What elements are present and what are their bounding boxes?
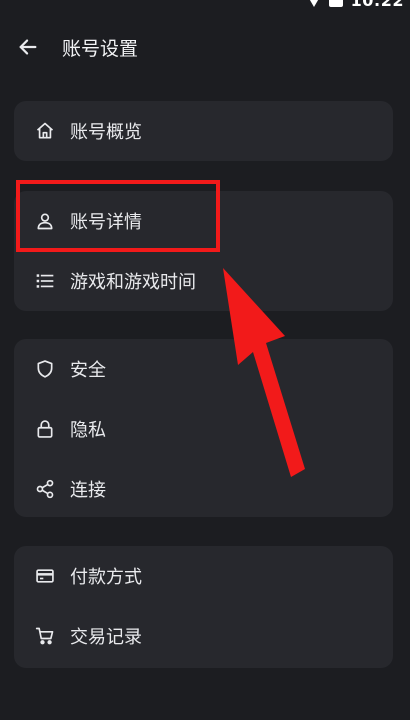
page-title: 账号设置 — [62, 37, 139, 60]
menu-item-transaction-history[interactable]: 交易记录 — [14, 606, 393, 666]
back-button[interactable] — [16, 35, 40, 59]
menu-item-label: 游戏和游戏时间 — [70, 272, 196, 293]
home-icon — [34, 120, 56, 142]
settings-group-security: 安全 隐私 连接 — [14, 339, 393, 517]
menu-item-account-overview[interactable]: 账号概览 — [14, 101, 393, 161]
menu-item-account-details[interactable]: 账号详情 — [14, 191, 393, 251]
menu-item-label: 付款方式 — [70, 567, 142, 588]
menu-item-connections[interactable]: 连接 — [14, 459, 393, 519]
status-time: 10:22 — [350, 0, 404, 10]
header: 账号设置 — [0, 30, 410, 64]
menu-item-games-and-playtime[interactable]: 游戏和游戏时间 — [14, 251, 393, 311]
status-icons: 10:22 — [306, 0, 404, 10]
list-icon — [34, 270, 56, 292]
menu-item-security[interactable]: 安全 — [14, 339, 393, 399]
menu-item-label: 隐私 — [70, 420, 106, 441]
menu-item-label: 安全 — [70, 360, 106, 381]
settings-group-account: 账号详情 游戏和游戏时间 — [14, 191, 393, 311]
wifi-icon — [306, 0, 321, 7]
menu-item-label: 账号概览 — [70, 122, 142, 143]
menu-item-payment-methods[interactable]: 付款方式 — [14, 546, 393, 606]
cart-icon — [34, 625, 56, 647]
shield-icon — [34, 358, 56, 380]
credit-card-icon — [34, 565, 56, 587]
arrow-left-icon — [19, 39, 37, 55]
battery-icon — [328, 0, 343, 7]
menu-item-label: 账号详情 — [70, 212, 142, 233]
menu-item-label: 连接 — [70, 480, 106, 501]
settings-group-payment: 付款方式 交易记录 — [14, 546, 393, 668]
status-bar: 10:22 — [0, 0, 410, 12]
settings-group-overview: 账号概览 — [14, 101, 393, 161]
menu-item-label: 交易记录 — [70, 627, 142, 648]
person-icon — [34, 210, 56, 232]
share-icon — [34, 478, 56, 500]
lock-icon — [34, 418, 56, 440]
menu-item-privacy[interactable]: 隐私 — [14, 399, 393, 459]
